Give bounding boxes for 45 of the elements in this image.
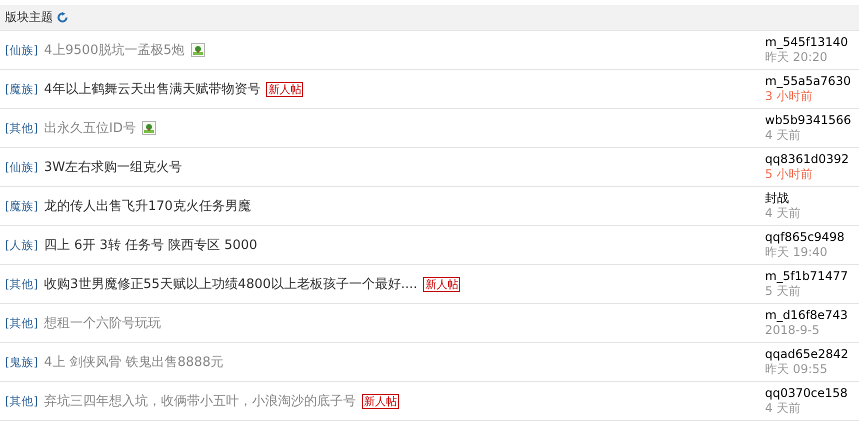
category-link[interactable]: [魔族]	[5, 82, 38, 96]
author-link[interactable]: wb5b9341566	[765, 113, 859, 128]
category-link[interactable]: [鬼族]	[5, 354, 38, 370]
category-link[interactable]: [仙族]	[5, 42, 38, 58]
thread-title-link[interactable]: 4年以上鹤舞云天出售满天赋带物资号	[44, 80, 260, 98]
post-time: 4 天前	[765, 206, 802, 221]
category-link[interactable]: [其他]	[5, 276, 38, 292]
thread-title-link[interactable]: 4上 剑侠风骨 铁鬼出售8888元	[44, 353, 224, 371]
thread-title-link[interactable]: 3W左右求购一组克火号	[44, 158, 182, 176]
new-user-badge: 新人帖	[266, 82, 304, 96]
new-user-badge: 新人帖	[362, 394, 399, 408]
category-link[interactable]: [其他]	[5, 394, 38, 408]
author-link[interactable]: qq8361d0392	[765, 152, 859, 167]
post-time: 昨天 20:20	[765, 50, 828, 65]
category-link[interactable]: [其他]	[5, 120, 38, 136]
post-time: 昨天 19:40	[765, 245, 828, 260]
author-link[interactable]: m_55a5a7630	[765, 74, 859, 89]
post-time: 昨天 09:55	[765, 362, 828, 377]
category-link[interactable]: [仙族]	[5, 160, 38, 174]
post-time: 2018-9-5	[765, 323, 820, 338]
category-link[interactable]: [人族]	[5, 238, 38, 252]
post-time: 4 天前	[765, 128, 802, 143]
thread-title-link[interactable]: 想租一个六阶号玩玩	[44, 314, 161, 332]
section-title: 版块主题	[5, 9, 53, 26]
new-user-badge: 新人帖	[423, 276, 460, 292]
thread-title-link[interactable]: 出永久五位ID号	[44, 119, 136, 137]
post-time: 4 天前	[765, 401, 802, 416]
post-time: 5 天前	[765, 284, 802, 299]
thread-title-link[interactable]: 收购3世男魔修正55天赋以上功绩4800以上老板孩子一个最好....	[44, 275, 418, 293]
post-time: 5 小时前	[765, 167, 814, 182]
author-link[interactable]: m_5f1b71477	[765, 269, 859, 284]
author-link[interactable]: qq0370ce158	[765, 386, 859, 401]
author-link[interactable]: m_545f13140	[765, 35, 859, 50]
category-link[interactable]: [魔族]	[5, 198, 38, 214]
category-link[interactable]: [其他]	[5, 316, 38, 330]
thread-title-link[interactable]: 弃坑三四年想入坑，收俩带小五叶，小浪淘沙的底子号	[44, 392, 356, 410]
author-link[interactable]: m_d16f8e743	[765, 308, 859, 323]
refresh-icon[interactable]	[57, 12, 68, 23]
author-link[interactable]: 封战	[765, 191, 859, 206]
author-link[interactable]: qqad65e2842	[765, 347, 859, 362]
thread-title-link[interactable]: 四上 6开 3转 任务号 陕西专区 5000	[44, 236, 258, 254]
post-time: 3 小时前	[765, 89, 814, 104]
thread-title-link[interactable]: 4上9500脱坑一孟极5炮	[44, 41, 185, 59]
author-link[interactable]: qqf865c9498	[765, 230, 859, 245]
thread-title-link[interactable]: 龙的传人出售飞升170克火任务男魔	[44, 197, 251, 215]
